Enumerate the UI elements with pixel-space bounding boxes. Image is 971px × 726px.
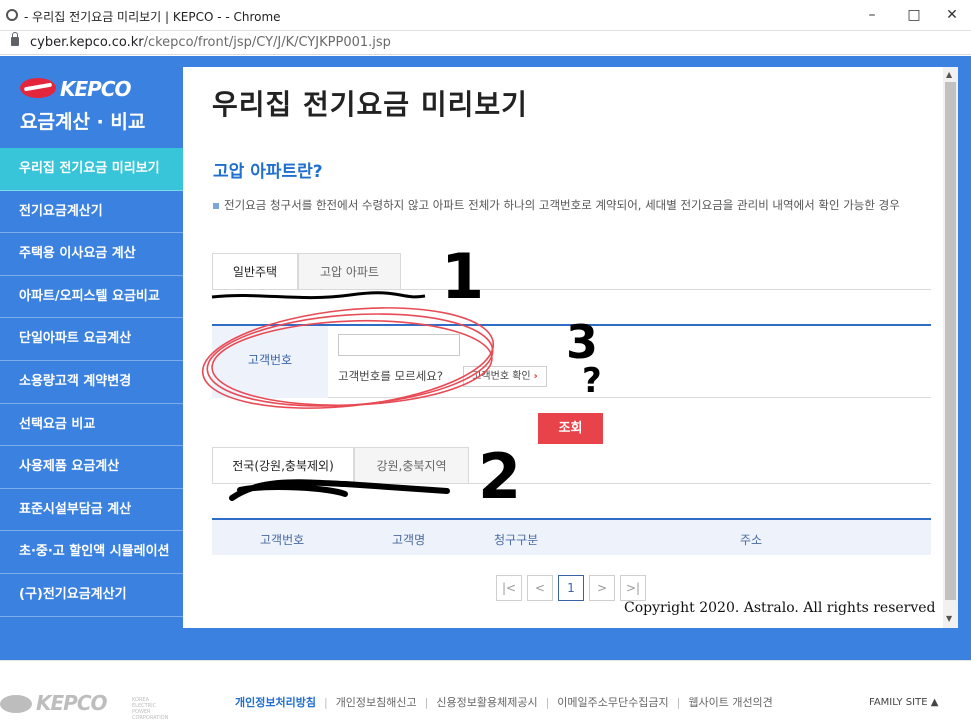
footer-link-privacy-report[interactable]: 개인정보침해신고	[336, 694, 417, 710]
url-text[interactable]: cyber.kepco.co.kr/ckepco/front/jsp/CY/J/…	[30, 35, 391, 50]
scrollbar-thumb[interactable]	[945, 82, 956, 600]
sidebar-item-moving[interactable]: 주택용 이사요금 계산	[0, 233, 183, 276]
footer-logo-subtext: KOREA ELECTRIC POWER CORPORATION	[132, 697, 169, 721]
bullet-icon	[213, 202, 219, 209]
region-tab-divider	[212, 483, 931, 484]
kepco-logo[interactable]: KEPCO	[20, 76, 150, 102]
scroll-down-icon[interactable]: ▼	[946, 614, 952, 623]
customer-number-label: 고객번호	[212, 326, 328, 398]
minimize-button[interactable]: –	[860, 5, 884, 25]
tab-nationwide[interactable]: 전국(강원,충북제외)	[212, 447, 354, 484]
tab-gangwon-chungbuk[interactable]: 강원,충북지역	[354, 447, 469, 484]
close-button[interactable]: ✕	[940, 5, 964, 25]
col-customer-name: 고객명	[392, 533, 426, 547]
sidebar-section-title: 요금계산 · 비교	[20, 111, 146, 133]
sidebar-item-contract[interactable]: 소용량고객 계약변경	[0, 361, 183, 404]
check-customer-number-button[interactable]: 고객번호 확인 ›	[463, 366, 547, 387]
sidebar-item-single-apt[interactable]: 단일아파트 요금계산	[0, 318, 183, 361]
page-title: 우리집 전기요금 미리보기	[212, 88, 528, 121]
col-customer-number: 고객번호	[260, 533, 305, 547]
sidebar-item-preview[interactable]: 우리집 전기요금 미리보기	[0, 148, 195, 191]
customer-form: 고객번호 고객번호를 모르세요? 고객번호 확인 ›	[212, 324, 931, 398]
footer-logo-text: KEPCO	[36, 691, 107, 715]
tab-general-house[interactable]: 일반주택	[212, 253, 298, 290]
tab-divider	[212, 289, 931, 290]
page-1-button[interactable]: 1	[558, 575, 584, 601]
description: 전기요금 청구서를 한전에서 수령하지 않고 아파트 전체가 하나의 고객번호로…	[213, 195, 933, 216]
logo-text: KEPCO	[60, 77, 131, 101]
family-site-label: FAMILY SITE	[869, 697, 928, 708]
sidebar-item-school[interactable]: 초·중·고 할인액 시뮬레이션	[0, 531, 183, 574]
footer: KEPCO KOREA ELECTRIC POWER CORPORATION 개…	[0, 660, 971, 726]
next-page-button[interactable]: >	[589, 575, 615, 601]
chevron-up-icon: ▲	[930, 697, 939, 708]
sidebar-item-facility[interactable]: 표준시설부담금 계산	[0, 489, 183, 532]
sidebar-item-old-calculator[interactable]: (구)전기요금계산기	[0, 574, 183, 617]
description-text: 전기요금 청구서를 한전에서 수령하지 않고 아파트 전체가 하나의 고객번호로…	[224, 198, 900, 212]
footer-links: 개인정보처리방침 | 개인정보침해신고 | 신용정보활용체제공시 | 이메일주소무단수집금지…	[235, 694, 773, 710]
family-site-select[interactable]: FAMILY SITE ▲	[869, 697, 938, 708]
footer-separator: |	[545, 696, 550, 709]
footer-link-email-policy[interactable]: 이메일주소무단수집금지	[557, 694, 668, 710]
scrollbar[interactable]: ▲ ▼	[943, 67, 958, 628]
footer-logo-mark-icon	[0, 695, 32, 713]
footer-separator: |	[676, 696, 681, 709]
last-page-button[interactable]: >|	[620, 575, 646, 601]
kepco-logo-mark-icon	[20, 78, 56, 98]
address-bar[interactable]: cyber.kepco.co.kr/ckepco/front/jsp/CY/J/…	[0, 31, 971, 55]
browser-titlebar: - 우리집 전기요금 미리보기 | KEPCO - - Chrome – □ ✕	[0, 0, 971, 31]
sidebar-menu: 우리집 전기요금 미리보기 전기요금계산기 주택용 이사요금 계산 아파트/오피…	[0, 148, 195, 617]
footer-separator: |	[323, 696, 328, 709]
first-page-button[interactable]: |<	[496, 575, 522, 601]
col-address: 주소	[740, 533, 763, 547]
prev-page-button[interactable]: <	[527, 575, 553, 601]
col-billing-type: 청구구분	[494, 533, 539, 547]
customer-number-input[interactable]	[338, 334, 460, 356]
footer-separator: |	[424, 696, 429, 709]
check-customer-number-label: 고객번호 확인	[472, 371, 531, 382]
lock-icon	[11, 32, 19, 46]
sidebar-item-calculator[interactable]: 전기요금계산기	[0, 191, 183, 234]
sidebar-item-option-compare[interactable]: 선택요금 비교	[0, 404, 183, 447]
globe-icon	[6, 9, 18, 21]
footer-link-privacy[interactable]: 개인정보처리방침	[235, 694, 316, 710]
footer-logo[interactable]: KEPCO KOREA ELECTRIC POWER CORPORATION	[0, 691, 168, 721]
sidebar-item-appliance[interactable]: 사용제품 요금계산	[0, 446, 183, 489]
section-heading: 고압 아파트란?	[213, 162, 323, 182]
footer-link-credit-info[interactable]: 신용정보활용체제공시	[436, 694, 537, 710]
tab-high-voltage-apt[interactable]: 고압 아파트	[298, 253, 401, 290]
chevron-right-icon: ›	[533, 371, 538, 382]
maximize-button[interactable]: □	[902, 5, 926, 25]
url-host: cyber.kepco.co.kr	[30, 35, 144, 50]
footer-link-feedback[interactable]: 웹사이트 개선의견	[688, 694, 772, 710]
search-button[interactable]: 조회	[538, 413, 603, 444]
url-path: /ckepco/front/jsp/CY/J/K/CYJKPP001.jsp	[143, 35, 391, 50]
sidebar-item-apt-compare[interactable]: 아파트/오피스텔 요금비교	[0, 276, 183, 319]
scroll-up-icon[interactable]: ▲	[946, 70, 952, 79]
forgot-customer-number-text: 고객번호를 모르세요?	[338, 369, 443, 383]
result-table-header: 고객번호 고객명 청구구분 주소	[212, 518, 931, 555]
copyright-text: Copyright 2020. Astralo. All rights rese…	[624, 600, 936, 616]
window-title: - 우리집 전기요금 미리보기 | KEPCO - - Chrome	[24, 10, 281, 24]
